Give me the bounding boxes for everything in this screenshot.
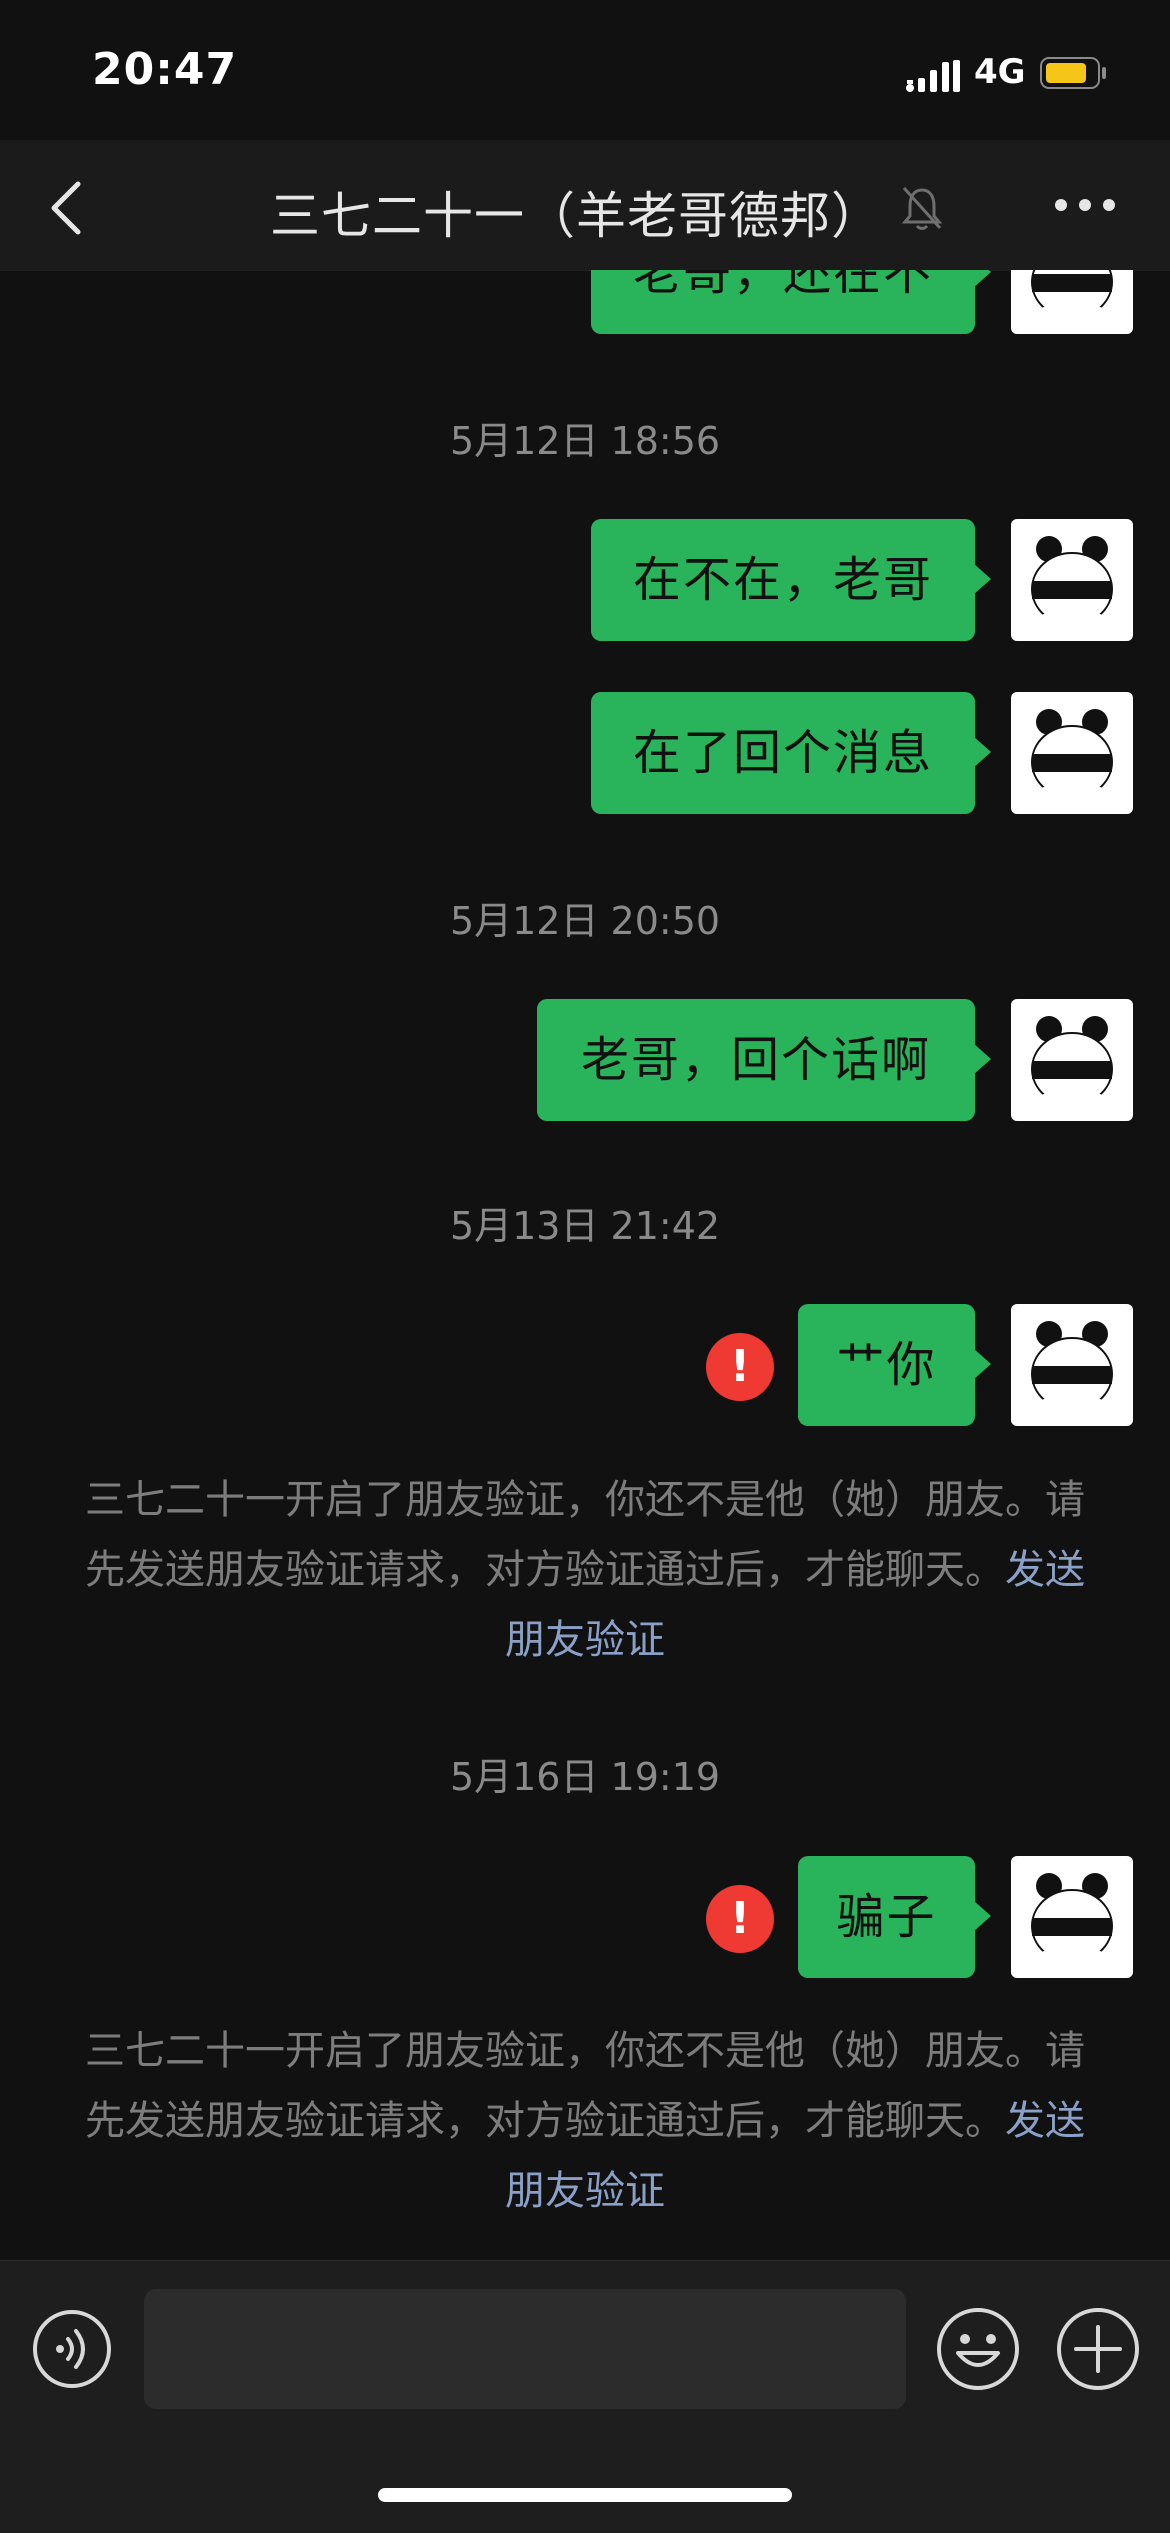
back-arrow-icon[interactable] bbox=[46, 180, 86, 236]
plus-icon[interactable] bbox=[1056, 2307, 1140, 2391]
panda-avatar[interactable] bbox=[1011, 519, 1133, 641]
status-bar: 20:47 4G bbox=[0, 0, 1170, 140]
status-time: 20:47 bbox=[92, 44, 238, 95]
message-input[interactable] bbox=[144, 2289, 906, 2409]
system-notice: 三七二十一开启了朋友验证，你还不是他（她）朋友。请先发送朋友验证请求，对方验证通… bbox=[80, 1465, 1090, 1675]
panda-avatar[interactable] bbox=[1011, 692, 1133, 814]
send-failed-icon[interactable]: ! bbox=[706, 1333, 774, 1401]
system-notice-text: 三七二十一开启了朋友验证，你还不是他（她）朋友。请先发送朋友验证请求，对方验证通… bbox=[85, 2028, 1085, 2144]
emoji-icon[interactable] bbox=[936, 2307, 1020, 2391]
chat-area[interactable]: 老哥，还在不 5月12日 18:56 在不在，老哥 在了回个消息 5月12日 2… bbox=[0, 270, 1170, 2260]
network-type: 4G bbox=[974, 52, 1026, 92]
message-bubble[interactable]: 老哥，回个话啊 bbox=[537, 999, 991, 1121]
panda-avatar[interactable] bbox=[1011, 270, 1133, 334]
chat-title: 三七二十一（羊老哥德邦） bbox=[270, 187, 882, 245]
timestamp: 5月16日 19:19 bbox=[449, 1755, 721, 1799]
mute-bell-icon bbox=[901, 186, 943, 230]
send-failed-icon[interactable]: ! bbox=[706, 1885, 774, 1953]
timestamp: 5月12日 18:56 bbox=[449, 419, 721, 463]
message-bubble[interactable]: 骗子 bbox=[798, 1856, 991, 1978]
home-indicator bbox=[378, 2488, 792, 2502]
message-bubble[interactable]: 在了回个消息 bbox=[591, 692, 991, 814]
panda-avatar[interactable] bbox=[1011, 999, 1133, 1121]
system-notice-text: 三七二十一开启了朋友验证，你还不是他（她）朋友。请先发送朋友验证请求，对方验证通… bbox=[85, 1477, 1085, 1593]
voice-icon[interactable] bbox=[32, 2309, 112, 2389]
more-icon[interactable] bbox=[1054, 198, 1116, 212]
battery-icon bbox=[1040, 57, 1106, 89]
message-bubble[interactable]: 在不在，老哥 bbox=[591, 519, 991, 641]
timestamp: 5月13日 21:42 bbox=[449, 1204, 721, 1248]
panda-avatar[interactable] bbox=[1011, 1304, 1133, 1426]
message-bubble[interactable]: 老哥，还在不 bbox=[591, 270, 991, 334]
system-notice: 三七二十一开启了朋友验证，你还不是他（她）朋友。请先发送朋友验证请求，对方验证通… bbox=[80, 2016, 1090, 2226]
message-bubble[interactable]: 艹你 bbox=[798, 1304, 991, 1426]
chat-header: 三七二十一（羊老哥德邦） bbox=[0, 140, 1170, 271]
panda-avatar[interactable] bbox=[1011, 1856, 1133, 1978]
signal-icon bbox=[906, 60, 960, 92]
timestamp: 5月12日 20:50 bbox=[449, 899, 721, 943]
